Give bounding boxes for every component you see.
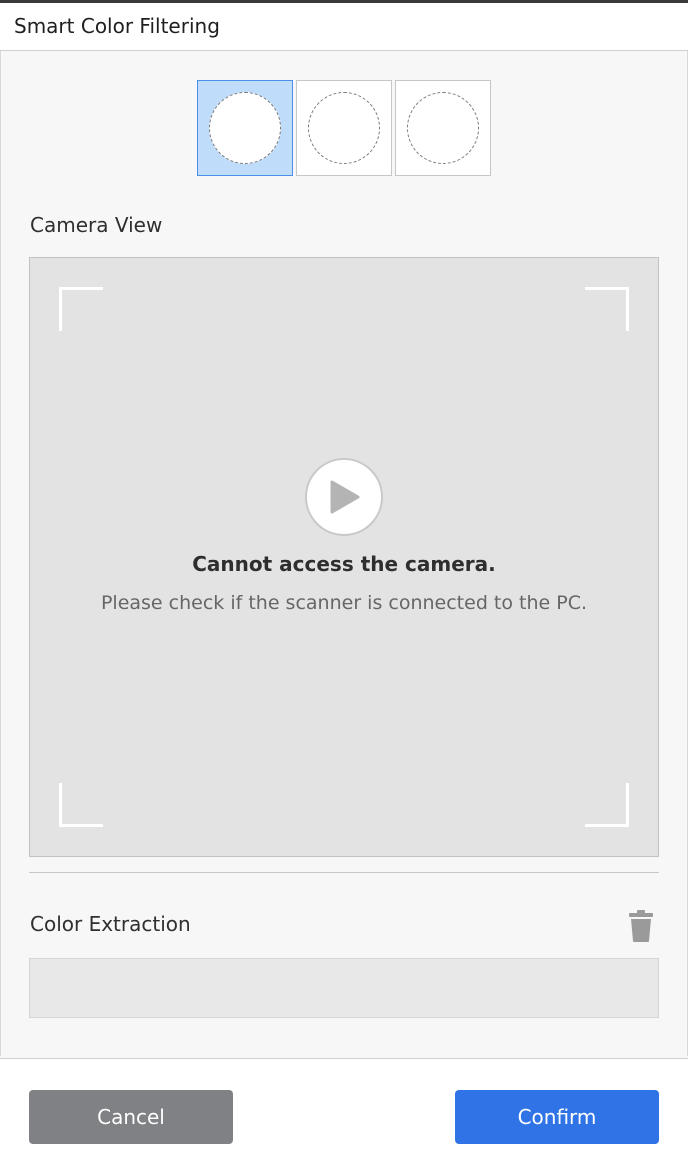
trash-icon [629,910,653,942]
color-extraction-field[interactable] [29,958,659,1018]
color-extraction-label: Color Extraction [30,912,191,936]
camera-error-message: Please check if the scanner is connected… [100,592,588,614]
camera-error-title: Cannot access the camera. [192,552,496,576]
dialog-footer: Cancel Confirm [0,1058,688,1171]
color-slot-2[interactable] [296,80,392,176]
camera-view-label: Camera View [30,213,163,237]
dialog-title: Smart Color Filtering [14,14,220,38]
empty-color-circle-icon [209,92,281,164]
delete-button[interactable] [626,909,656,943]
empty-color-circle-icon [308,92,380,164]
title-bar: Smart Color Filtering [0,3,688,51]
frame-corner-bottom-right [585,783,629,827]
frame-corner-top-right [585,287,629,331]
empty-color-circle-icon [407,92,479,164]
color-slot-group [197,80,494,176]
frame-corner-top-left [59,287,103,331]
play-icon [330,480,360,514]
smart-color-filtering-dialog: Smart Color Filtering Camera View Cannot… [0,0,688,1171]
section-divider [29,872,659,873]
camera-view: Cannot access the camera. Please check i… [29,257,659,857]
color-slot-1[interactable] [197,80,293,176]
cancel-button[interactable]: Cancel [29,1090,233,1144]
frame-corner-bottom-left [59,783,103,827]
confirm-button[interactable]: Confirm [455,1090,659,1144]
play-button[interactable] [305,458,383,536]
color-slot-3[interactable] [395,80,491,176]
left-border [0,51,1,1056]
